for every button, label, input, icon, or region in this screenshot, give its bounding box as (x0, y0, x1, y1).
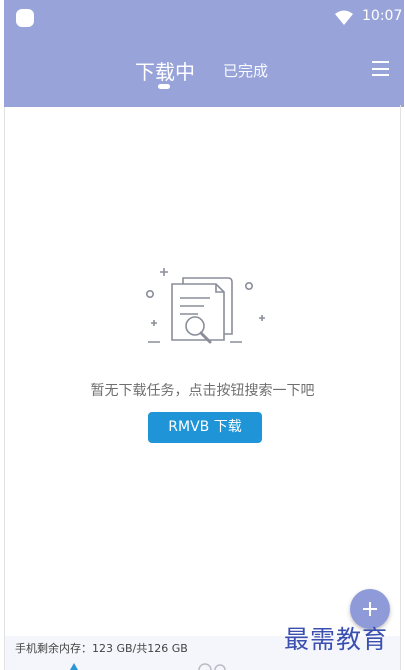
app-bar: 10:07 下载中 已完成 (4, 0, 404, 107)
tab-completed[interactable]: 已完成 (223, 60, 268, 81)
bottom-nav-peek (70, 663, 226, 670)
app-frame: 10:07 下载中 已完成 暂无下载任务，点击按钮搜索一下吧 RMVB 下载 手… (0, 0, 405, 670)
storage-text: 手机剩余内存：123 GB/共126 GB (15, 642, 188, 655)
tab-downloading[interactable]: 下载中 (135, 56, 195, 85)
rmvb-download-button[interactable]: RMVB 下载 (148, 412, 262, 443)
status-time: 10:07 (362, 8, 403, 24)
plus-icon (363, 602, 377, 616)
active-tab-indicator (158, 84, 170, 89)
wifi-icon (335, 10, 353, 25)
document-search-icon (146, 268, 265, 344)
app-circle-icon (16, 9, 34, 27)
menu-icon[interactable] (372, 61, 389, 76)
empty-message: 暂无下载任务，点击按钮搜索一下吧 (90, 383, 315, 399)
watermark: 最需教育 (284, 625, 389, 654)
